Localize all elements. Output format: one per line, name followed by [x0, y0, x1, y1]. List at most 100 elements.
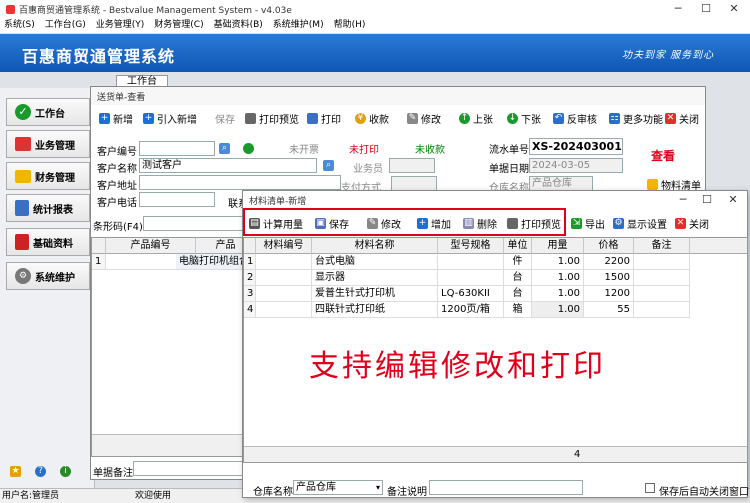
order-unaudit-button[interactable]: ↶ 反审核: [553, 111, 597, 126]
banner-title: 百惠商贸通管理系统: [22, 47, 176, 66]
search-icon[interactable]: ⌕: [219, 143, 230, 154]
materials-warehouse-select[interactable]: 产品仓库 ▾: [293, 480, 383, 495]
materials-cell-name[interactable]: 四联针式打印纸: [312, 302, 438, 318]
order-next-button[interactable]: ↓ 下张: [507, 111, 541, 126]
materials-cell-price[interactable]: 2200: [584, 254, 634, 270]
sidebar-item-label: 统计报表: [33, 204, 73, 216]
materials-cell-name[interactable]: 台式电脑: [312, 254, 438, 270]
help-icon[interactable]: ?: [35, 466, 46, 477]
payment-status: 未收款: [415, 145, 445, 156]
materials-cell-qty[interactable]: 1.00: [532, 302, 584, 318]
materials-cell-spec[interactable]: [438, 254, 504, 270]
materials-cell-qty[interactable]: 1.00: [532, 286, 584, 302]
materials-delete-button[interactable]: ▥ 删除: [463, 216, 497, 231]
close-icon[interactable]: ✕: [720, 0, 748, 18]
order-import-new-button[interactable]: + 引入新增: [143, 111, 197, 126]
payment-select[interactable]: [391, 176, 437, 191]
materials-cell-price[interactable]: 1200: [584, 286, 634, 302]
materials-print-preview-button[interactable]: 打印预览: [507, 216, 561, 231]
materials-cell-price[interactable]: 1500: [584, 270, 634, 286]
menubar: 系统(S) 工作台(G) 业务管理(Y) 财务管理(C) 基础资料(B) 系统维…: [0, 18, 750, 34]
save-icon: ▣: [315, 218, 326, 229]
materials-cell-price[interactable]: 55: [584, 302, 634, 318]
materials-cell-name[interactable]: 显示器: [312, 270, 438, 286]
customer-name-input[interactable]: 测试客户: [139, 158, 317, 173]
materials-edit-button[interactable]: ✎ 修改: [367, 216, 401, 231]
add-circle-icon[interactable]: [243, 143, 254, 154]
order-row-product-name[interactable]: 电脑打印机组合: [176, 254, 250, 270]
sidebar-item-maintenance[interactable]: ⚙ 系统维护: [6, 262, 90, 290]
order-print-button[interactable]: 打印: [307, 111, 341, 126]
materials-cell-unit[interactable]: 件: [504, 254, 532, 270]
materials-cell-name[interactable]: 爱普生针式打印机: [312, 286, 438, 302]
menu-maintenance[interactable]: 系统维护(M): [273, 18, 324, 33]
star-icon[interactable]: ★: [10, 466, 21, 477]
sidebar-item-business[interactable]: 业务管理: [6, 130, 90, 158]
order-new-button[interactable]: + 新增: [99, 111, 133, 126]
minimize-icon[interactable]: ─: [664, 0, 692, 18]
barcode-input[interactable]: [143, 216, 243, 231]
date-input[interactable]: 2024-03-05: [529, 158, 623, 173]
sidebar-item-workbench[interactable]: ✓ 工作台: [6, 98, 90, 126]
materials-cell-spec[interactable]: [438, 270, 504, 286]
search-icon[interactable]: ⌕: [323, 160, 334, 171]
materials-cell-code[interactable]: [256, 286, 312, 302]
phone-input[interactable]: [139, 192, 215, 207]
materials-cell-note[interactable]: [634, 270, 690, 286]
salesman-select[interactable]: [389, 158, 435, 173]
materials-cell-note[interactable]: [634, 302, 690, 318]
materials-cell-unit[interactable]: 台: [504, 286, 532, 302]
materials-add-button[interactable]: + 增加: [417, 216, 451, 231]
order-close-button[interactable]: ✕ 关闭: [665, 111, 699, 126]
materials-cell-qty[interactable]: 1.00: [532, 254, 584, 270]
chevron-down-icon[interactable]: ▾: [376, 481, 380, 494]
calc-usage-button[interactable]: ▤ 计算用量: [249, 216, 303, 231]
close-icon[interactable]: ✕: [719, 191, 747, 209]
sidebar-item-basic-data[interactable]: 基础资料: [6, 228, 90, 256]
address-label: 客户地址: [97, 181, 137, 192]
materials-cell-note[interactable]: [634, 286, 690, 302]
maximize-icon[interactable]: ☐: [693, 191, 721, 209]
materials-save-button[interactable]: ▣ 保存: [315, 216, 349, 231]
menu-business[interactable]: 业务管理(Y): [96, 18, 145, 33]
menu-workbench[interactable]: 工作台(G): [45, 18, 86, 33]
order-close-label: 关闭: [679, 115, 699, 126]
materials-cell-code[interactable]: [256, 254, 312, 270]
materials-cell-unit[interactable]: 箱: [504, 302, 532, 318]
materials-cell-spec[interactable]: LQ-630KII: [438, 286, 504, 302]
display-settings-button[interactable]: ⚙ 显示设置: [613, 216, 667, 231]
info-icon[interactable]: i: [60, 466, 71, 477]
address-input[interactable]: [139, 175, 341, 190]
materials-remark-label: 备注说明: [387, 487, 427, 498]
materials-export-button[interactable]: ⇲ 导出: [571, 216, 605, 231]
order-print-preview-button[interactable]: 打印预览: [245, 111, 299, 126]
maximize-icon[interactable]: ☐: [692, 0, 720, 18]
materials-cell-qty[interactable]: 1.00: [532, 270, 584, 286]
materials-close-button[interactable]: ✕ 关闭: [675, 216, 709, 231]
order-save-label: 保存: [215, 115, 235, 126]
menu-system[interactable]: 系统(S): [4, 18, 35, 33]
order-save-button[interactable]: 保存: [215, 111, 235, 126]
sidebar-item-reports[interactable]: 统计报表: [6, 194, 90, 222]
plus-icon: +: [417, 218, 428, 229]
order-edit-button[interactable]: ✎ 修改: [407, 111, 441, 126]
materials-cell-unit[interactable]: 台: [504, 270, 532, 286]
materials-cell-note[interactable]: [634, 254, 690, 270]
materials-remark-input[interactable]: [429, 480, 583, 495]
order-collect-button[interactable]: ¥ 收款: [355, 111, 389, 126]
serial-input[interactable]: XS-202403001: [529, 138, 623, 155]
warehouse-select[interactable]: 产品仓库: [529, 176, 593, 191]
materials-col-spec: 型号规格: [438, 238, 504, 254]
materials-cell-code[interactable]: [256, 302, 312, 318]
menu-finance[interactable]: 财务管理(C): [154, 18, 203, 33]
autoclose-checkbox[interactable]: [645, 483, 655, 493]
sidebar-item-finance[interactable]: 财务管理: [6, 162, 90, 190]
materials-cell-code[interactable]: [256, 270, 312, 286]
menu-basic-data[interactable]: 基础资料(B): [214, 18, 263, 33]
order-prev-button[interactable]: ↑ 上张: [459, 111, 493, 126]
order-more-button[interactable]: ⚏ 更多功能: [609, 111, 663, 126]
remark-input[interactable]: [133, 461, 245, 476]
materials-cell-spec[interactable]: 1200页/箱: [438, 302, 504, 318]
menu-help[interactable]: 帮助(H): [334, 18, 366, 33]
customer-no-input[interactable]: [139, 141, 215, 156]
